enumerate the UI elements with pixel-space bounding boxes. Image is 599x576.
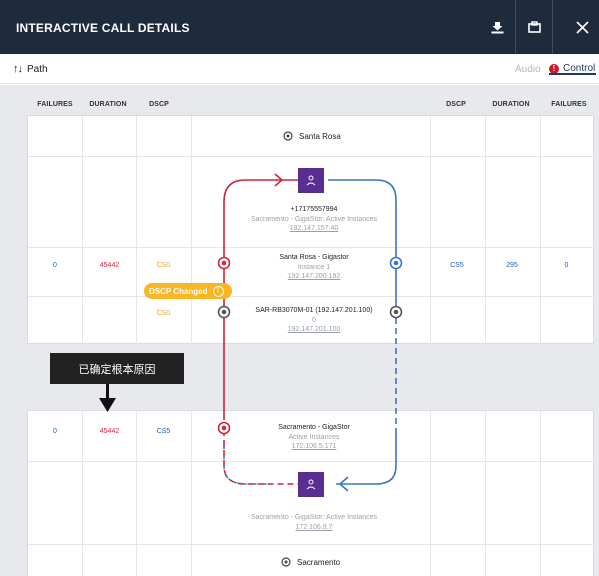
tab-audio[interactable]: Audio (515, 64, 541, 75)
column-header-dscp-left: DSCP (149, 101, 169, 108)
close-icon (575, 20, 589, 34)
left-dscp: CS5 (156, 428, 171, 435)
left-dscp-hop2: CS0 (156, 310, 171, 317)
endpoint-ip-link[interactable]: 192.147.157.40 (224, 224, 404, 234)
sort-arrows-icon: ↑↓ (13, 63, 23, 75)
hop-sacramento-info: Sacramento - GigaStor Active Instances 1… (224, 423, 404, 452)
title-bar: INTERACTIVE CALL DETAILS (0, 0, 599, 54)
hop-santa-rosa-info: Santa Rosa - Gigastor Instance 1 192.147… (224, 253, 404, 282)
column-header-failures-right: FAILURES (551, 101, 587, 108)
active-tab-indicator (549, 73, 596, 75)
clock-icon: ! (212, 285, 224, 297)
export-button[interactable] (479, 0, 515, 54)
right-failures: 0 (564, 262, 569, 269)
hop-name: SAR-RB3070M-01 (192.147.201.100) (255, 307, 373, 314)
hop-sub: 0 (312, 316, 316, 324)
left-dscp: CS0 (156, 262, 171, 269)
divider (552, 0, 553, 54)
left-failures: 0 (53, 262, 57, 269)
left-duration: 45442 (99, 262, 120, 269)
path-label: Path (27, 63, 48, 75)
left-failures: 0 (53, 428, 57, 435)
right-dscp: CS5 (450, 262, 464, 269)
location-santa-rosa: Santa Rosa (283, 131, 341, 141)
root-cause-callout: 已确定根本原因 (50, 353, 184, 384)
location-sacramento: Sacramento (281, 557, 340, 567)
right-duration: 295 (506, 262, 518, 269)
left-duration: 45442 (99, 428, 120, 435)
alert-icon: ! (549, 63, 559, 74)
hop-name: Sacramento - GigaStor (278, 424, 350, 431)
location-pin-icon (283, 131, 293, 141)
popout-button[interactable] (516, 0, 552, 54)
hop-name: Santa Rosa - Gigastor (279, 254, 349, 261)
path-sort-toggle[interactable]: ↑↓ Path (13, 63, 48, 75)
hop-ip-link[interactable]: 192.147.201.100 (224, 325, 404, 335)
column-header-dscp-right: DSCP (446, 101, 466, 108)
hop-sub: Instance 1 (297, 263, 331, 271)
dialog-title: INTERACTIVE CALL DETAILS (16, 21, 190, 35)
dscp-changed-badge[interactable]: DSCP Changed ! (144, 283, 232, 299)
location-pin-icon (281, 557, 291, 567)
column-header-failures-left: FAILURES (37, 101, 73, 108)
window-icon (527, 21, 541, 33)
hop-ip-link[interactable]: 192.147.200.192 (224, 272, 404, 282)
hop-ip-link[interactable]: 172.106.5.171 (224, 442, 404, 452)
column-header-duration-left: DURATION (89, 101, 127, 108)
hop-router-info: SAR-RB3070M-01 (192.147.201.100) 0 192.1… (224, 306, 404, 335)
download-icon (491, 21, 503, 33)
endpoint-label: Sacramento - GigaStor: Active Instances (250, 514, 378, 521)
close-button[interactable] (564, 0, 599, 54)
view-toolbar: ↑↓ Path Audio ! Control (0, 54, 599, 84)
endpoint-top-info: +17175557994 Sacramento - GigaStor: Acti… (224, 205, 404, 234)
column-header-duration-right: DURATION (492, 101, 530, 108)
hop-sub: Active Instances (288, 433, 340, 441)
endpoint-label: Sacramento - GigaStor: Active Instances (250, 215, 378, 223)
endpoint-number: +17175557994 (290, 206, 338, 213)
endpoint-ip-link[interactable]: 172.106.9.7 (224, 523, 404, 533)
endpoint-bottom-info: Sacramento - GigaStor: Active Instances … (224, 513, 404, 532)
